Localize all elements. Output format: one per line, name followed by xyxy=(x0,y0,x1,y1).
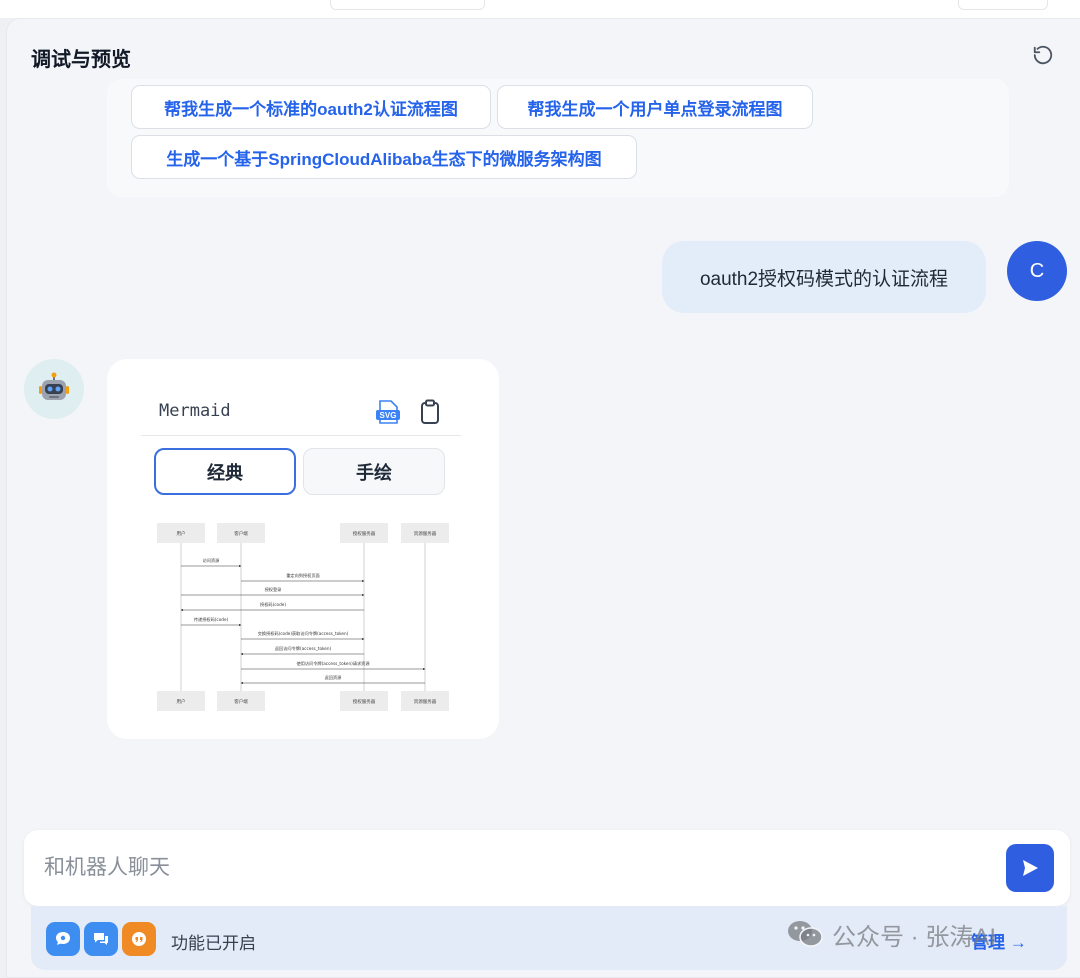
chat-bubbles-icon xyxy=(94,933,108,945)
message-label: 返回访问令牌(access_token) xyxy=(275,645,332,652)
panel-title: 调试与预览 xyxy=(31,49,131,71)
robot-icon xyxy=(39,372,69,400)
chat-composer xyxy=(24,830,1070,906)
actor-label: 用户 xyxy=(177,530,186,537)
suggestion-chip[interactable]: 生成一个基于SpringCloudAlibaba生态下的微服务架构图 xyxy=(131,135,637,179)
svg-badge-text: SVG xyxy=(380,411,397,420)
send-icon xyxy=(1023,860,1038,876)
debug-preview-panel: 调试与预览 帮我生成一个标准的oauth2认证流程图 帮我生成一个用户单点登录流… xyxy=(6,18,1080,978)
actor-label: 客户端 xyxy=(234,530,248,537)
message-label: 授权码(code) xyxy=(260,601,286,608)
message-label: 使用访问令牌(access_token)请求资源 xyxy=(296,660,370,667)
suggestion-chip[interactable]: 帮我生成一个用户单点登录流程图 xyxy=(497,85,813,129)
message-label: 授权登录 xyxy=(265,586,282,593)
top-toolbar-control[interactable] xyxy=(330,0,485,10)
bot-avatar xyxy=(24,359,84,419)
quote-icon xyxy=(132,932,146,946)
message-label: 重定向到授权页面 xyxy=(286,572,320,579)
feature-toggle[interactable] xyxy=(84,922,118,956)
suggestion-chip[interactable]: 帮我生成一个标准的oauth2认证流程图 xyxy=(131,85,491,129)
top-toolbar-strip xyxy=(0,0,1080,18)
download-svg-button[interactable]: SVG xyxy=(375,399,401,425)
bot-message-card: Mermaid SVG 经典 手绘 用户 客户端 授权服务器 资源服务器 用户 … xyxy=(107,359,499,739)
top-toolbar-control[interactable] xyxy=(958,0,1048,10)
message-label: 传递授权码(code) xyxy=(194,616,229,623)
reset-conversation-button[interactable] xyxy=(1031,43,1055,67)
clipboard-icon xyxy=(421,399,439,424)
sequence-diagram: 用户 客户端 授权服务器 资源服务器 用户 客户端 授权服务器 资源服务器 访问… xyxy=(157,523,449,711)
actor-label: 资源服务器 xyxy=(414,698,437,705)
actor-label: 授权服务器 xyxy=(353,530,376,537)
svg-file-icon: SVG xyxy=(376,400,400,424)
speech-bubble-icon xyxy=(56,932,70,945)
user-message-bubble: oauth2授权码模式的认证流程 xyxy=(662,241,986,313)
code-language-label: Mermaid xyxy=(159,401,231,421)
tab-hand-drawn[interactable]: 手绘 xyxy=(303,448,445,495)
refresh-icon xyxy=(1033,45,1053,65)
user-avatar: C xyxy=(1007,241,1067,301)
feature-footer-bar: 功能已开启 管理 → xyxy=(31,906,1067,970)
message-label: 访问资源 xyxy=(203,557,221,564)
message-label: 返回资源 xyxy=(325,674,343,681)
actor-label: 资源服务器 xyxy=(414,530,437,537)
feature-toggle[interactable] xyxy=(122,922,156,956)
feature-status-label: 功能已开启 xyxy=(171,934,256,953)
actor-label: 授权服务器 xyxy=(353,698,376,705)
send-button[interactable] xyxy=(1006,844,1054,892)
actor-label: 用户 xyxy=(177,698,186,705)
tab-classic[interactable]: 经典 xyxy=(154,448,296,495)
feature-toggle[interactable] xyxy=(46,922,80,956)
chat-input[interactable] xyxy=(44,848,984,888)
suggestions-card: 帮我生成一个标准的oauth2认证流程图 帮我生成一个用户单点登录流程图 生成一… xyxy=(107,79,1009,197)
actor-label: 客户端 xyxy=(234,698,248,705)
message-label: 交换授权码(code)获取访问令牌(access_token) xyxy=(258,630,349,637)
manage-link[interactable]: 管理 → xyxy=(971,928,1027,953)
card-divider xyxy=(141,435,461,436)
copy-button[interactable] xyxy=(419,399,441,425)
